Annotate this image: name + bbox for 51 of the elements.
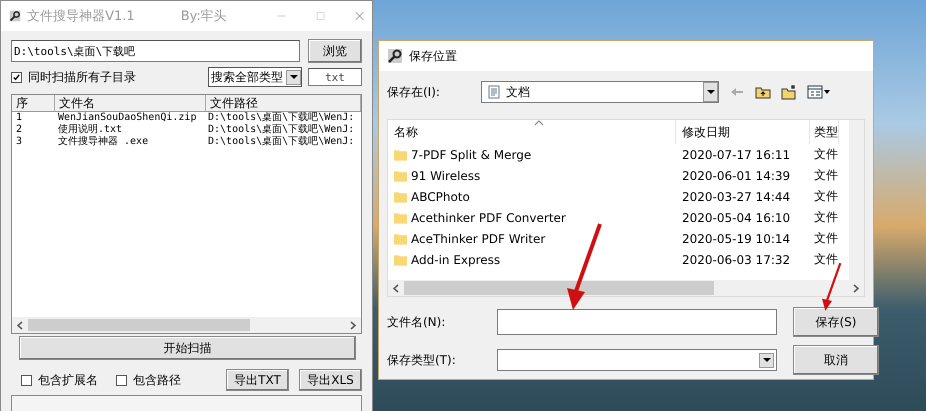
table-cell-text: 使用说明.txt xyxy=(57,124,124,136)
column-header[interactable]: 修改日期 xyxy=(676,120,810,144)
scan-button[interactable]: 开始扫描 xyxy=(19,336,356,360)
file-list-item[interactable]: 91 Wireless xyxy=(388,168,676,182)
path-field[interactable]: D:\tools\桌面\下载吧 xyxy=(11,40,300,62)
table-cell-text: 文件 xyxy=(813,146,838,163)
window-title: 文件搜导神器V1.1 xyxy=(27,8,135,25)
table-cell-text: 2020-06-03 17:32 xyxy=(681,252,792,266)
author-label: By:牢头 xyxy=(180,8,227,25)
save-button[interactable]: 保存(S) xyxy=(793,307,879,337)
table-cell-text: D:\tools\桌面\下载吧\WenJ: xyxy=(207,112,356,124)
column-header[interactable]: 序 xyxy=(12,95,55,111)
table-cell-text: WenJianSouDaoShenQi.zip xyxy=(57,112,198,124)
table-cell-text: 文件 xyxy=(813,209,838,226)
dialog-title: 保存位置 xyxy=(409,48,457,64)
cancel-button[interactable]: 取消 xyxy=(793,345,879,375)
file-type-label: 保存类型(T): xyxy=(387,352,457,368)
column-header[interactable]: 文件名 xyxy=(55,95,206,111)
file-list-item[interactable]: AceThinker PDF Writer xyxy=(388,232,676,246)
table-cell-text: 2020-03-27 14:44 xyxy=(681,190,792,204)
table-cell-text: 2020-05-19 10:14 xyxy=(681,232,792,246)
table-cell-text: 文件 xyxy=(813,167,838,184)
file-list-item[interactable]: ABCPhoto xyxy=(388,190,676,204)
table-cell-text: 2020-06-01 14:39 xyxy=(681,168,792,182)
extension-field[interactable]: txt xyxy=(308,68,362,86)
table-cell-text: 文件 xyxy=(813,188,838,205)
checkbox-label: 同时扫描所有子目录 xyxy=(28,68,136,86)
checkbox-label: 包含扩展名 xyxy=(38,372,98,388)
file-list-item[interactable]: Add-in Express xyxy=(388,252,676,266)
save-in-label: 保存在(I): xyxy=(387,84,441,100)
save-in-dropdown[interactable]: 文档 xyxy=(481,81,719,103)
table-cell-text: D:\tools\桌面\下载吧\WenJ: xyxy=(207,124,356,136)
column-header[interactable]: 文件路径 xyxy=(206,95,361,111)
table-cell-text: 2020-05-04 16:10 xyxy=(681,210,792,224)
checkbox-label: 包含路径 xyxy=(133,372,181,388)
column-header[interactable]: 名称 xyxy=(388,120,676,144)
column-header[interactable]: 类型 xyxy=(810,120,839,144)
file-list-item[interactable]: Acethinker PDF Converter xyxy=(388,210,676,224)
type-dropdown[interactable]: 搜索全部类型 xyxy=(208,67,302,87)
table-cell-text: 3 xyxy=(15,136,24,148)
export-button[interactable]: 导出TXT xyxy=(226,369,289,391)
table-cell-text: D:\tools\桌面\下载吧\WenJ: xyxy=(207,136,356,148)
file-list-item[interactable]: 7-PDF Split & Merge xyxy=(388,148,676,162)
browse-button[interactable]: 浏览 xyxy=(308,39,362,63)
export-button[interactable]: 导出XLS xyxy=(299,369,362,391)
filename-label: 文件名(N): xyxy=(387,314,446,330)
table-cell-text: 文件 xyxy=(813,230,838,247)
table-cell-text: 2020-07-17 16:11 xyxy=(681,148,792,162)
table-cell-text: 文件 xyxy=(813,251,838,268)
table-cell-text: 2 xyxy=(15,124,24,136)
table-cell-text: 1 xyxy=(15,112,24,124)
